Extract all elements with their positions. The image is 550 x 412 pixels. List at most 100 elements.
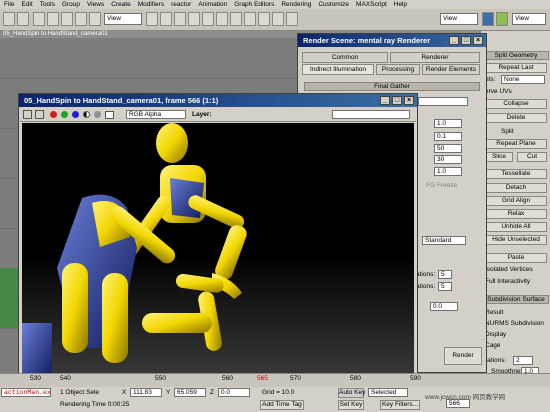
- cmd-item[interactable]: Detach: [485, 183, 547, 193]
- clone-icon[interactable]: [35, 110, 44, 119]
- menu-item-rendering[interactable]: Rendering: [281, 1, 311, 8]
- save-icon[interactable]: [23, 110, 32, 119]
- align-icon[interactable]: [216, 12, 228, 26]
- curve-editor-icon[interactable]: [244, 12, 256, 26]
- render-button[interactable]: Render: [444, 347, 482, 365]
- minimize-icon[interactable]: _: [380, 96, 390, 105]
- cmd-item[interactable]: Tessellate: [485, 169, 547, 179]
- move-icon[interactable]: [61, 12, 73, 26]
- preset-select[interactable]: [418, 97, 468, 106]
- render-setup-icon[interactable]: [272, 12, 284, 26]
- clear-icon[interactable]: [105, 111, 114, 119]
- link-icon[interactable]: [33, 12, 45, 26]
- layer-icon[interactable]: [230, 12, 242, 26]
- iterations-field[interactable]: 5: [438, 282, 452, 291]
- cmd-item[interactable]: Paste: [485, 253, 547, 263]
- maximize-icon[interactable]: □: [392, 96, 402, 105]
- cmd-item[interactable]: Cut: [517, 152, 547, 162]
- layer-select[interactable]: [332, 110, 410, 119]
- value-field[interactable]: 50: [434, 144, 462, 153]
- cmd-select[interactable]: None: [501, 75, 545, 84]
- render-icon[interactable]: [482, 12, 494, 26]
- cmd-item[interactable]: Slice: [485, 152, 513, 162]
- menu-item-views[interactable]: Views: [87, 1, 104, 8]
- add-time-tag-button[interactable]: Add Time Tag: [260, 400, 304, 410]
- cmd-item[interactable]: Unhide All: [485, 222, 547, 232]
- reference-coord-select[interactable]: View: [104, 13, 142, 25]
- value-field[interactable]: 1.0: [434, 119, 462, 128]
- pivot-icon[interactable]: [146, 12, 158, 26]
- menu-item-group[interactable]: Group: [62, 1, 80, 8]
- cmd-item[interactable]: Split Geometry: [483, 51, 549, 60]
- render-scene-titlebar[interactable]: Render Scene: mental ray Renderer _ □ ×: [298, 34, 486, 47]
- render-type-select[interactable]: View: [440, 13, 478, 25]
- percent-snap-icon[interactable]: [188, 12, 200, 26]
- teapot-icon[interactable]: [496, 12, 508, 26]
- tab-processing[interactable]: Processing: [376, 64, 420, 75]
- tab-indirect-illumination[interactable]: Indirect Illumination: [302, 64, 374, 75]
- z-field[interactable]: 0.0: [218, 388, 250, 397]
- menu-item-graph-editors[interactable]: Graph Editors: [234, 1, 274, 8]
- value-field[interactable]: 1.0: [434, 167, 462, 176]
- iterations-field[interactable]: 5: [438, 270, 452, 279]
- cmd-rollout[interactable]: Subdivision Surface: [483, 295, 549, 304]
- value-field[interactable]: 30: [434, 155, 462, 164]
- rotate-icon[interactable]: [75, 12, 87, 26]
- cmd-field[interactable]: 2: [513, 356, 533, 365]
- tab-common[interactable]: Common: [302, 52, 388, 63]
- green-channel-icon[interactable]: [61, 111, 68, 118]
- snap-icon[interactable]: [160, 12, 172, 26]
- menu-item-help[interactable]: Help: [394, 1, 407, 8]
- cmd-item[interactable]: Repeat Last: [485, 63, 547, 73]
- menu-item-customize[interactable]: Customize: [318, 1, 349, 8]
- auto-key-button[interactable]: Auto Key: [338, 388, 365, 398]
- timeline-current[interactable]: 565: [257, 375, 268, 382]
- material-editor-icon[interactable]: [258, 12, 270, 26]
- cmd-item[interactable]: Collapse: [485, 99, 547, 109]
- menu-item-maxscript[interactable]: MAXScript: [356, 1, 387, 8]
- undo-icon[interactable]: [3, 12, 15, 26]
- quick-render-icon[interactable]: [286, 12, 298, 26]
- selection-set-select[interactable]: Selected: [368, 388, 408, 397]
- blue-channel-icon[interactable]: [72, 111, 79, 118]
- maximize-icon[interactable]: □: [461, 36, 471, 45]
- redo-icon[interactable]: [17, 12, 29, 26]
- angle-snap-icon[interactable]: [174, 12, 186, 26]
- close-icon[interactable]: ×: [473, 36, 483, 45]
- channel-select[interactable]: RGB Alpha: [126, 110, 186, 119]
- tab-renderer[interactable]: Renderer: [390, 52, 480, 63]
- menu-item-file[interactable]: File: [4, 1, 14, 8]
- value-field[interactable]: 0.1: [434, 132, 462, 141]
- cmd-item[interactable]: Hide Unselected: [485, 235, 547, 245]
- menu-item-animation[interactable]: Animation: [198, 1, 227, 8]
- key-filters-button[interactable]: Key Filters...: [380, 400, 420, 410]
- mono-icon[interactable]: [94, 111, 101, 118]
- standard-select[interactable]: Standard: [422, 236, 466, 245]
- red-channel-icon[interactable]: [50, 111, 57, 118]
- cmd-item[interactable]: Delete: [485, 113, 547, 123]
- minimize-icon[interactable]: _: [449, 36, 459, 45]
- scale-icon[interactable]: [89, 12, 101, 26]
- y-field[interactable]: 65.059: [174, 388, 206, 397]
- x-field[interactable]: 111.83: [130, 388, 162, 397]
- cmd-item[interactable]: Repeat Plane: [485, 139, 547, 149]
- set-key-button[interactable]: Set Key: [338, 400, 364, 410]
- menu-item-reactor[interactable]: reactor: [171, 1, 191, 8]
- close-icon[interactable]: ×: [404, 96, 414, 105]
- cmd-item[interactable]: Grid Align: [485, 196, 547, 206]
- time-slider[interactable]: 530 540 550 560 565 570 580 590: [0, 373, 550, 387]
- cmd-item[interactable]: Relax: [485, 209, 547, 219]
- menu-item-tools[interactable]: Tools: [40, 1, 55, 8]
- menu-item-create[interactable]: Create: [111, 1, 131, 8]
- tab-render-elements[interactable]: Render Elements: [422, 64, 480, 75]
- menu-item-edit[interactable]: Edit: [21, 1, 32, 8]
- value-field[interactable]: 0.0: [430, 302, 458, 311]
- view-select-right[interactable]: View: [512, 13, 546, 25]
- menu-item-modifiers[interactable]: Modifiers: [138, 1, 164, 8]
- frame-window-titlebar[interactable]: 05_HandSpin to HandStand_camera01, frame…: [19, 94, 417, 107]
- mirror-icon[interactable]: [202, 12, 214, 26]
- maxscript-listener[interactable]: actionMan.exe: [1, 388, 51, 397]
- final-gather-rollout[interactable]: Final Gather: [304, 82, 480, 91]
- select-icon[interactable]: [47, 12, 59, 26]
- alpha-channel-icon[interactable]: [83, 111, 90, 118]
